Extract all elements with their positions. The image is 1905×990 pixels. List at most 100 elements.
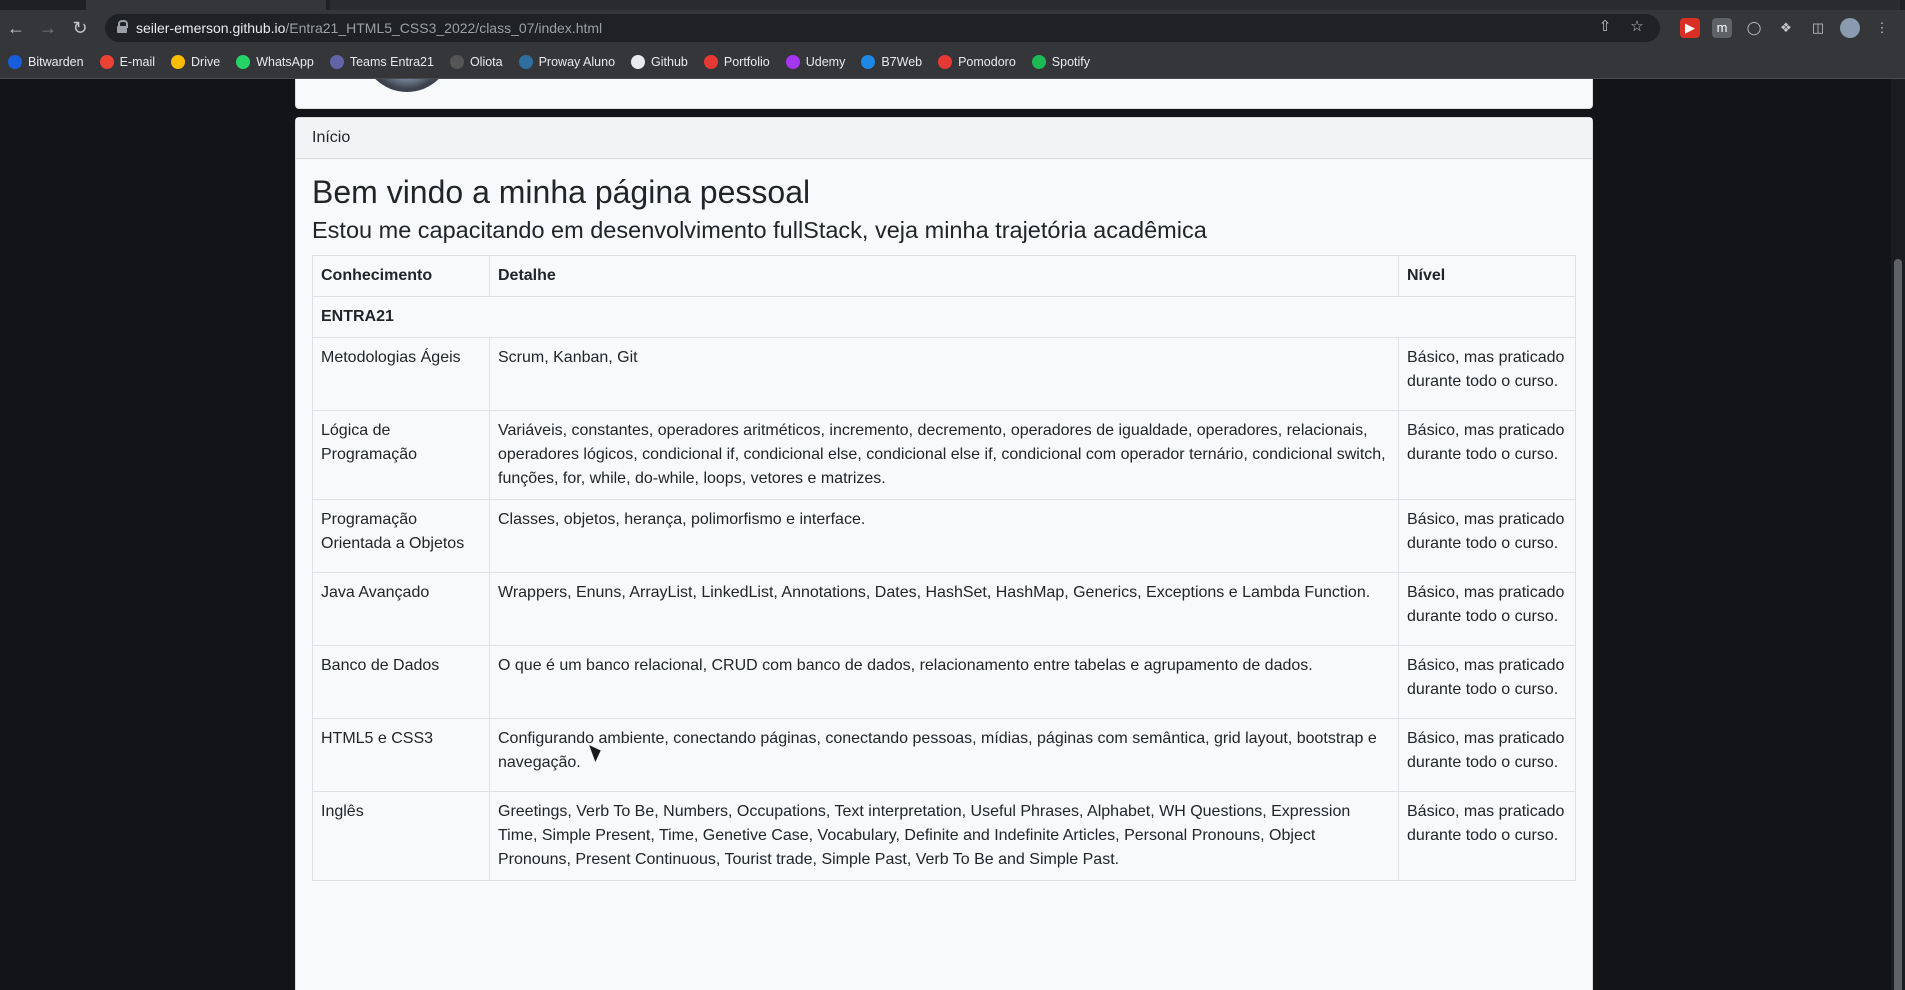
sidepanel-icon[interactable]: ◫ [1808,18,1828,38]
gmail-icon [99,55,114,69]
table-header-row: Conhecimento Detalhe Nível [312,255,1576,297]
cell-topic: Metodologias Ágeis [312,337,490,411]
bookmark-label: Proway Aluno [538,55,616,69]
table-row: Inglês Greetings, Verb To Be, Numbers, Oc… [312,791,1576,881]
bookmark-item[interactable]: Drive [171,55,220,69]
extension-red-icon[interactable]: ▶ [1680,18,1700,38]
bookmark-item[interactable]: Bitwarden [8,55,84,69]
cell-level: Básico, mas praticado durante todo o cur… [1398,410,1576,500]
bookmark-label: B7Web [881,55,923,69]
bookmark-item[interactable]: Proway Aluno [518,55,616,69]
group-row: ENTRA21 [312,296,1576,338]
forward-icon[interactable]: → [36,16,60,40]
portfolio-icon [703,55,718,69]
bookmark-label: Github [651,55,688,69]
cell-level: Básico, mas praticado durante todo o cur… [1398,718,1576,792]
b7web-icon [861,55,876,69]
cell-topic: Inglês [312,791,490,881]
tab-strip-background [330,0,1900,10]
bookmark-item[interactable]: Udemy [785,55,846,69]
cell-topic: Java Avançado [312,572,490,646]
whatsapp-icon [236,55,251,69]
bookmark-label: E-mail [119,55,156,69]
tab-strip [0,0,1905,10]
group-label: ENTRA21 [312,296,1576,338]
menu-icon[interactable]: ⋮ [1872,18,1892,38]
toolbar: ← → ↻ seiler-emerson.github.io/Entra21_H… [0,10,1905,46]
table-row: Metodologias Ágeis Scrum, Kanban, Git Bási… [312,337,1576,411]
cell-detail: Wrappers, Enuns, ArrayList, LinkedList, … [489,572,1399,646]
drive-icon [171,55,186,69]
scrollbar[interactable] [1891,79,1905,990]
knowledge-table: Conhecimento Detalhe Nível ENTRA21 Metod… [312,255,1576,881]
table-row: Lógica de Programação Variáveis, constant… [312,410,1576,500]
bookmark-label: WhatsApp [256,55,314,69]
avatar [362,79,452,92]
github-icon [631,55,646,69]
bookmark-item[interactable]: WhatsApp [236,55,314,69]
bookmark-label: Teams Entra21 [349,55,434,69]
scrollbar-thumb[interactable] [1894,259,1902,990]
lock-icon[interactable] [117,20,128,33]
bookmark-item[interactable]: B7Web [861,55,922,69]
bookmark-label: Spotify [1051,55,1090,69]
cell-topic: Programação Orientada a Objetos [312,499,490,573]
table-row: Java Avançado Wrappers, Enuns, ArrayList,… [312,572,1576,646]
star-icon[interactable]: ☆ [1628,18,1646,36]
udemy-icon [785,55,800,69]
bookmark-label: Bitwarden [28,55,84,69]
bookmark-label: Oliota [469,55,503,69]
column-header-detail: Detalhe [489,255,1399,297]
cell-detail: Classes, objetos, herança, polimorfismo … [489,499,1399,573]
globe-icon [518,55,533,69]
cell-detail: Scrum, Kanban, Git [489,337,1399,411]
table-row: Programação Orientada a Objetos Classes, … [312,499,1576,573]
page-subtitle: Estou me capacitando em desenvolvimento … [312,217,1207,243]
page-title: Bem vindo a minha página pessoal [312,174,811,210]
cell-level: Básico, mas praticado durante todo o cur… [1398,337,1576,411]
bookmark-item[interactable]: Teams Entra21 [329,55,434,69]
extension-circle-icon[interactable]: ◯ [1744,18,1764,38]
share-icon[interactable]: ⇧ [1596,18,1614,36]
table-row: HTML5 e CSS3 Configurando ambiente, conec… [312,718,1576,792]
breadcrumb-item-home[interactable]: Início [312,129,350,147]
spotify-icon [1031,55,1046,69]
shield-icon [8,55,22,69]
cell-detail: Configurando ambiente, conectando página… [489,718,1399,792]
profile-card [295,79,1593,109]
bookmark-item[interactable]: Spotify [1031,55,1090,69]
address-bar[interactable]: seiler-emerson.github.io/Entra21_HTML5_C… [105,14,1660,42]
table-row: Banco de Dados O que é um banco relaciona… [312,645,1576,719]
bookmarks-bar: Bitwarden E-mail Drive WhatsApp Teams Entra2… [0,46,1905,79]
breadcrumb: Início [296,118,1592,159]
bookmark-item[interactable]: Oliota [449,55,503,69]
extension-m-icon[interactable]: m [1712,18,1732,38]
bookmark-item[interactable]: Github [631,55,688,69]
bookmark-item[interactable]: Portfolio [703,55,770,69]
back-icon[interactable]: ← [4,16,28,40]
profile-avatar[interactable] [1840,18,1860,38]
check-icon [938,55,953,69]
bookmark-label: Portfolio [723,55,770,69]
cell-level: Básico, mas praticado durante todo o cur… [1398,645,1576,719]
teams-icon [329,55,344,69]
reload-icon[interactable]: ↻ [68,16,92,40]
extensions-area: ▶ m ◯ ❖ ◫ ⋮ [1680,18,1892,38]
cell-level: Básico, mas praticado durante todo o cur… [1398,499,1576,573]
bookmark-label: Drive [191,55,221,69]
cell-topic: Banco de Dados [312,645,490,719]
cell-level: Básico, mas praticado durante todo o cur… [1398,791,1576,881]
url-text[interactable]: seiler-emerson.github.io/Entra21_HTML5_C… [136,20,602,36]
cell-detail: Variáveis, constantes, operadores aritmé… [489,410,1399,500]
bookmark-label: Udemy [805,55,846,69]
cell-detail: Greetings, Verb To Be, Numbers, Occupati… [489,791,1399,881]
column-header-level: Nível [1398,255,1576,297]
cell-level: Básico, mas praticado durante todo o cur… [1398,572,1576,646]
puzzle-icon[interactable]: ❖ [1776,18,1796,38]
bookmark-item[interactable]: Pomodoro [938,55,1016,69]
bookmark-item[interactable]: E-mail [99,55,156,69]
column-header-knowledge: Conhecimento [312,255,490,297]
cell-detail: O que é um banco relacional, CRUD com ba… [489,645,1399,719]
circle-icon [449,55,464,69]
active-tab[interactable] [86,0,326,10]
